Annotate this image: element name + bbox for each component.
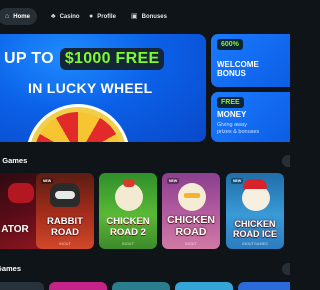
game-title-line2: ROAD [175,226,207,238]
bonus-percent-badge: 600% [217,39,243,50]
game-title-line1: CHICKEN [167,214,215,226]
game-card[interactable]: NEW CHICKEN ROAD INOUT [162,173,220,249]
top-nav: ⌂ Home ♣ Casino ● Profile ▣ Bonuses [0,8,290,25]
game-card[interactable] [0,282,44,290]
tab-home[interactable]: ⌂ Home [0,8,37,25]
hero-amount-badge: $1000 FREE [59,48,165,70]
promo-title-line1: WELCOME [217,60,259,69]
game-card[interactable] [238,282,290,290]
new-badge: NEW [41,178,54,184]
promo-sub-line1: Giving away [217,122,247,128]
game-provider: INOUT [185,242,197,246]
gift-icon: ▣ [131,13,138,20]
tab-label: Home [13,13,30,20]
game-card[interactable] [175,282,233,290]
promo-title-line1: MONEY [217,110,247,119]
tab-label: Bonuses [141,13,167,20]
new-badge: NEW [231,178,244,184]
section-title-games: Games [0,264,22,273]
home-icon: ⌂ [5,13,10,20]
game-title-line2: ROAD [51,227,79,238]
quick-games-next-button[interactable] [282,155,290,167]
page: ⌂ Home ♣ Casino ● Profile ▣ Bonuses UP T… [0,0,290,290]
game-title-line1: CHICKEN [106,216,150,227]
tab-label: Profile [97,13,116,20]
game-card[interactable]: NEW RABBIT ROAD INOUT [36,173,94,249]
section-title-quick-games: k Games [0,156,28,165]
free-badge: FREE [217,97,244,108]
welcome-bonus-card[interactable]: 600% WELCOME BONUS [211,34,290,87]
game-provider: INOUT [122,242,134,246]
game-card[interactable] [112,282,170,290]
cherry-icon: ♣ [51,13,56,20]
games-next-button[interactable] [282,263,290,275]
hero-headline: UP TO $1000 FREE [4,48,165,70]
user-icon: ● [89,13,94,20]
game-provider: INOUT [59,242,71,246]
new-badge: NEW [167,178,180,184]
game-card[interactable]: NEW CHICKEN ROAD ICE INOUTGAMES [226,173,284,249]
promo-title-line2: BONUS [217,69,246,78]
lucky-wheel-banner[interactable]: UP TO $1000 FREE IN LUCKY WHEEL [0,34,206,142]
lucky-wheel-illustration [26,104,130,142]
tab-casino[interactable]: ♣ Casino [44,8,87,25]
tab-label: Casino [59,13,80,20]
game-title-line1: CHICKEN [234,219,276,229]
tab-bonuses[interactable]: ▣ Bonuses [124,8,174,25]
tab-profile[interactable]: ● Profile [82,8,123,25]
game-provider: INOUTGAMES [242,242,268,246]
hero-subheadline: IN LUCKY WHEEL [28,80,153,96]
game-title-line1: RABBIT [47,216,83,227]
promo-sub-line2: prizes & bonuses [217,129,260,135]
game-title-line2: ROAD ICE [232,229,277,239]
game-card[interactable]: CHICKEN ROAD 2 INOUT [99,173,157,249]
game-card[interactable] [49,282,107,290]
game-title-line2: ROAD 2 [110,227,146,238]
free-money-card[interactable]: FREE MONEY Giving away prizes & bonuses [211,92,290,142]
hero-prefix: UP TO [4,50,54,67]
